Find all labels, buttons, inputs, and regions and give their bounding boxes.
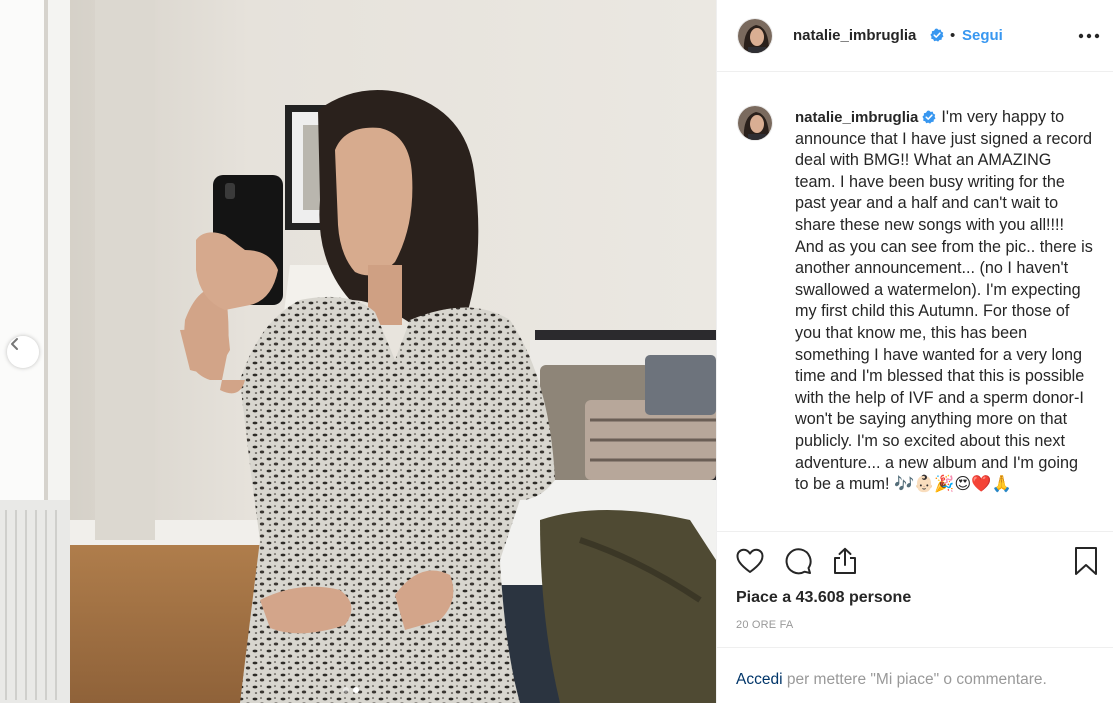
post-actions: Piace a 43.608 persone 20 ORE FA (717, 531, 1113, 647)
post-caption: natalie_imbruglia I'm very happy to anno… (795, 107, 1095, 496)
chevron-left-icon (11, 338, 18, 350)
post-side-panel: natalie_imbruglia • Segui natalie_imbrug… (716, 0, 1113, 703)
share-icon (834, 547, 856, 574)
bookmark-icon (1075, 547, 1097, 575)
heart-icon (736, 548, 764, 573)
save-button[interactable] (1070, 545, 1102, 577)
post-header: natalie_imbruglia • Segui (717, 0, 1113, 72)
more-options-icon (1078, 33, 1100, 39)
post-timestamp[interactable]: 20 ORE FA (736, 619, 793, 631)
like-button[interactable] (734, 545, 766, 577)
login-prompt-text: per mettere "Mi piace" o commentare. (782, 671, 1047, 688)
photo-image (0, 0, 716, 703)
comments-area: natalie_imbruglia I'm very happy to anno… (717, 73, 1113, 531)
carousel-prev-button[interactable] (7, 336, 39, 368)
verified-badge-icon (930, 28, 944, 42)
share-button[interactable] (829, 545, 861, 577)
caption-avatar[interactable] (737, 105, 773, 141)
avatar-image (738, 106, 772, 140)
login-prompt: Accedi per mettere "Mi piace" o commenta… (717, 647, 1113, 703)
likes-count[interactable]: Piace a 43.608 persone (736, 589, 911, 607)
carousel-dot-active (353, 687, 359, 693)
follow-separator: • (950, 27, 956, 44)
carousel-dot (343, 687, 349, 693)
post-photo[interactable] (0, 0, 716, 703)
login-link[interactable]: Accedi (736, 671, 783, 688)
avatar[interactable] (737, 18, 773, 54)
carousel-indicator (343, 687, 359, 693)
avatar-image (738, 19, 772, 53)
comment-icon (785, 548, 812, 575)
caption-username[interactable]: natalie_imbruglia (795, 109, 918, 126)
comment-button[interactable] (782, 545, 814, 577)
caption-text: I'm very happy to announce that I have j… (795, 108, 1093, 494)
post-username[interactable]: natalie_imbruglia (793, 27, 916, 44)
more-options-button[interactable] (1077, 26, 1101, 46)
verified-badge-icon (922, 110, 936, 124)
follow-button[interactable]: Segui (962, 27, 1003, 44)
